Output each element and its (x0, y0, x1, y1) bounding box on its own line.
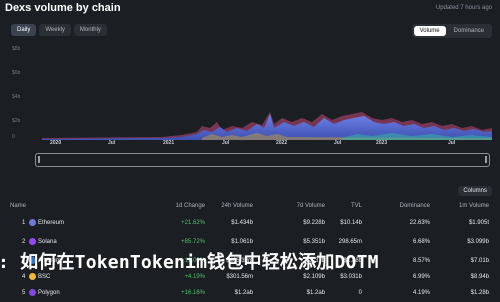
volume-1m: $7.01b (470, 258, 489, 264)
updated-label: Updated 7 hours ago (435, 5, 492, 11)
table-row[interactable]: 5 Polygon +16.16% $1.2ab $1.2ab 0 4.19% … (0, 289, 500, 302)
volume-1m: $1.905t (468, 220, 489, 226)
header-dominance[interactable]: Dominance (400, 203, 430, 209)
tvl: 0 (358, 290, 362, 296)
dominance: 4.19% (412, 290, 430, 296)
brush-right-handle[interactable] (485, 156, 487, 163)
chain-logo-icon (29, 289, 36, 296)
overlay-caption: : 如何在TokenTokenim钱包中轻松添加DOTM (0, 252, 379, 273)
header-1m-volume[interactable]: 1m Volume (459, 203, 489, 209)
chain-name[interactable]: Solana (38, 239, 57, 245)
columns-button[interactable]: Columns (458, 186, 492, 196)
row-rank: 1 (22, 220, 26, 226)
table-row[interactable]: 1 Ethereum +21.62% $1.434b $9.228b $10.1… (0, 219, 500, 232)
row-rank: 5 (22, 290, 26, 296)
header-7d-volume[interactable]: 7d Volume (297, 203, 325, 209)
volume-24h: $301.56m (226, 274, 253, 280)
volume-area-chart (42, 112, 492, 140)
volume-1m: $8.94b (470, 274, 489, 280)
volume-24h: $1.061b (231, 239, 253, 245)
tvl: $3.031b (340, 274, 362, 280)
chain-name[interactable]: BSC (38, 274, 50, 280)
x-tick-label: 2020 (50, 140, 62, 146)
chain-logo-icon (29, 219, 36, 226)
header-name[interactable]: Name (10, 203, 26, 209)
change-1d: +16.16% (181, 290, 205, 296)
x-tick-label: 2022 (276, 140, 288, 146)
chain-logo-icon (29, 273, 36, 280)
period-weekly-button[interactable]: Weekly (39, 24, 71, 36)
x-tick-label: 2021 (163, 140, 175, 146)
volume-7d: $5.351b (303, 239, 325, 245)
chain-logo-icon (29, 238, 36, 245)
x-tick-label: 2023 (376, 140, 388, 146)
tvl: 298.65m (338, 239, 362, 245)
change-1d: +85.72% (181, 239, 205, 245)
dominance: 6.99% (412, 274, 430, 280)
x-tick-label: Jul (222, 140, 230, 146)
x-tick-label: Jul (108, 140, 116, 146)
range-brush[interactable] (35, 153, 490, 167)
period-daily-button[interactable]: Daily (11, 24, 37, 36)
dominance-button[interactable]: Dominance (448, 26, 490, 36)
volume-7d: $9.228b (303, 220, 325, 226)
period-monthly-button[interactable]: Monthly (73, 24, 107, 36)
x-tick-label: Jul (334, 140, 342, 146)
volume-7d: $1.2ab (306, 290, 325, 296)
dominance: 22.63% (409, 220, 430, 226)
table-header: Name 1d Change 24h Volume 7d Volume TVL … (0, 203, 500, 215)
change-1d: +4.19% (184, 274, 205, 280)
header-tvl[interactable]: TVL (351, 203, 362, 209)
volume-24h: $1.2ab (234, 290, 253, 296)
chain-name[interactable]: Polygon (38, 290, 60, 296)
volume-1m: $1.28b (470, 290, 489, 296)
table-row[interactable]: 4 BSC +4.19% $301.56m $2.109b $3.031b 6.… (0, 273, 500, 286)
dominance: 8.57% (412, 258, 430, 264)
row-rank: 4 (22, 274, 26, 280)
x-tick-label: Jul (448, 140, 456, 146)
dominance: 6.68% (412, 239, 430, 245)
header-1d-change[interactable]: 1d Change (176, 203, 205, 209)
volume-1m: $3.099b (467, 239, 489, 245)
brush-left-handle[interactable] (38, 156, 40, 163)
volume-24h: $1.434b (231, 220, 253, 226)
chain-name[interactable]: Ethereum (38, 220, 64, 226)
volume-button[interactable]: Volume (413, 26, 446, 36)
row-rank: 2 (22, 239, 26, 245)
change-1d: +21.62% (181, 220, 205, 226)
volume-7d: $2.109b (303, 274, 325, 280)
header-24h-volume[interactable]: 24h Volume (221, 203, 253, 209)
page-title: Dexs volume by chain (5, 2, 121, 14)
period-selector: Daily Weekly Monthly (11, 24, 107, 36)
metric-toggle: Volume Dominance (411, 24, 492, 38)
tvl: $10.14b (340, 220, 362, 226)
